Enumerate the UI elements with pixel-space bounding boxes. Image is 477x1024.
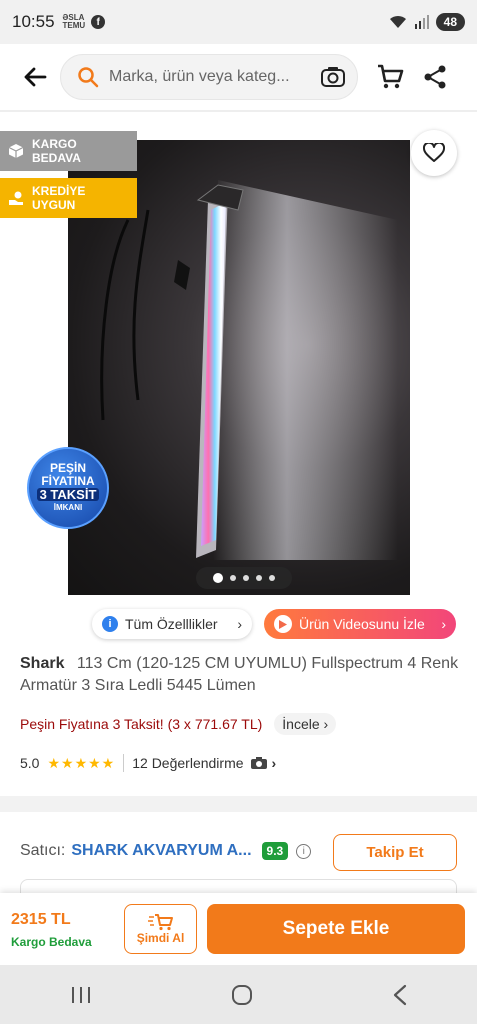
- pagination-dot[interactable]: [213, 573, 223, 583]
- free-shipping-line2: BEDAVA: [32, 151, 81, 165]
- follow-seller-button[interactable]: Takip Et: [333, 834, 457, 871]
- favorite-button[interactable]: [411, 130, 457, 176]
- camera-icon: [250, 757, 267, 769]
- installment-text: Peşin Fiyatına 3 Taksit! (3 x 771.67 TL): [20, 716, 263, 732]
- search-bar[interactable]: Marka, ürün veya kateg...: [60, 54, 358, 100]
- chevron-right-icon: ›: [237, 616, 242, 632]
- search-icon: [78, 67, 99, 88]
- promo-line3: 3 TAKSİT: [36, 488, 100, 501]
- chevron-right-icon: ›: [271, 755, 277, 771]
- inspect-label: İncele: [282, 716, 320, 732]
- fast-cart-icon: [147, 914, 173, 931]
- recent-apps-icon[interactable]: [70, 985, 92, 1005]
- seller-name[interactable]: SHARK AKVARYUM A...: [71, 842, 251, 860]
- top-app-bar: Marka, ürün veya kateg...: [0, 44, 477, 110]
- free-shipping-line1: KARGO: [32, 137, 77, 151]
- watch-video-label: Ürün Videosunu İzle: [299, 616, 425, 632]
- free-shipping-label: Kargo Bedava: [11, 935, 92, 949]
- price: 2315 TL: [11, 911, 71, 928]
- free-shipping-badge: KARGO BEDAVA: [0, 131, 137, 171]
- battery-indicator: 48: [435, 13, 465, 31]
- buy-now-label: Şimdi Al: [136, 931, 185, 945]
- pagination-dot[interactable]: [243, 575, 249, 581]
- all-features-button[interactable]: i Tüm Özelllikler ›: [92, 609, 252, 639]
- share-icon[interactable]: [421, 63, 449, 91]
- credit-line2: UYGUN: [32, 198, 76, 212]
- buy-now-button[interactable]: Şimdi Al: [124, 904, 197, 954]
- search-placeholder: Marka, ürün veya kateg...: [109, 68, 290, 85]
- system-navigation-bar: [0, 965, 477, 1024]
- wifi-icon: [389, 15, 406, 28]
- header-divider: [0, 110, 477, 112]
- product-brand[interactable]: Shark: [20, 655, 64, 672]
- status-bar: 10:55 ƏSLA TEMU f 48: [0, 0, 477, 44]
- rating-value: 5.0: [20, 755, 40, 771]
- hand-coin-icon: [9, 191, 23, 205]
- pagination-dot[interactable]: [256, 575, 262, 581]
- seller-score-badge: 9.3: [261, 842, 289, 860]
- section-divider: [0, 796, 477, 812]
- back-arrow-icon[interactable]: [20, 62, 50, 92]
- seller-label: Satıcı:: [20, 842, 66, 859]
- installment-promo-sticker: PEŞİN FİYATINA 3 TAKSİT İMKANI: [27, 447, 109, 529]
- seller-row: Satıcı: SHARK AKVARYUM A... 9.3 i: [20, 838, 312, 864]
- camera-search-icon[interactable]: [320, 66, 346, 88]
- rating-stars: ★★★★★: [47, 754, 116, 771]
- facebook-icon: f: [91, 15, 106, 29]
- pagination-dot[interactable]: [269, 575, 275, 581]
- pagination-dot[interactable]: [230, 575, 236, 581]
- status-time: 10:55: [12, 12, 55, 31]
- info-icon: i: [102, 616, 118, 632]
- credit-line1: KREDİYE: [32, 184, 86, 198]
- box-icon: [8, 144, 24, 158]
- image-pagination[interactable]: [196, 567, 292, 589]
- all-features-label: Tüm Özelllikler: [125, 616, 218, 632]
- review-count[interactable]: 12 Değerlendirme: [132, 755, 243, 771]
- chevron-right-icon: ›: [441, 616, 446, 632]
- rating-separator: [123, 754, 125, 772]
- product-name: 113 Cm (120-125 CM UYUMLU) Fullspectrum …: [20, 655, 459, 694]
- credit-eligible-badge: KREDİYE UYGUN: [0, 178, 137, 218]
- temu-icon-bottom: TEMU: [62, 21, 86, 30]
- promo-line4: İMKANI: [53, 503, 83, 512]
- heart-icon: [423, 143, 445, 162]
- info-icon[interactable]: i: [296, 843, 312, 859]
- add-to-cart-button[interactable]: Sepete Ekle: [207, 904, 465, 954]
- rating-row[interactable]: 5.0 ★★★★★ 12 Değerlendirme ›: [20, 752, 276, 774]
- watch-video-button[interactable]: Ürün Videosunu İzle ›: [264, 609, 456, 639]
- home-icon[interactable]: [231, 984, 253, 1006]
- inspect-button[interactable]: İncele ›: [274, 713, 337, 735]
- purchase-bar: 2315 TL Kargo Bedava Şimdi Al Sepete Ekl…: [0, 893, 477, 965]
- product-title: Shark 113 Cm (120-125 CM UYUMLU) Fullspe…: [20, 653, 460, 697]
- play-icon: [274, 615, 292, 633]
- cart-icon[interactable]: [376, 63, 404, 91]
- signal-icon: [414, 15, 429, 29]
- installment-row: Peşin Fiyatına 3 Taksit! (3 x 771.67 TL)…: [20, 712, 337, 736]
- back-icon[interactable]: [392, 984, 408, 1006]
- temu-notification-icon: ƏSLA TEMU: [63, 14, 86, 30]
